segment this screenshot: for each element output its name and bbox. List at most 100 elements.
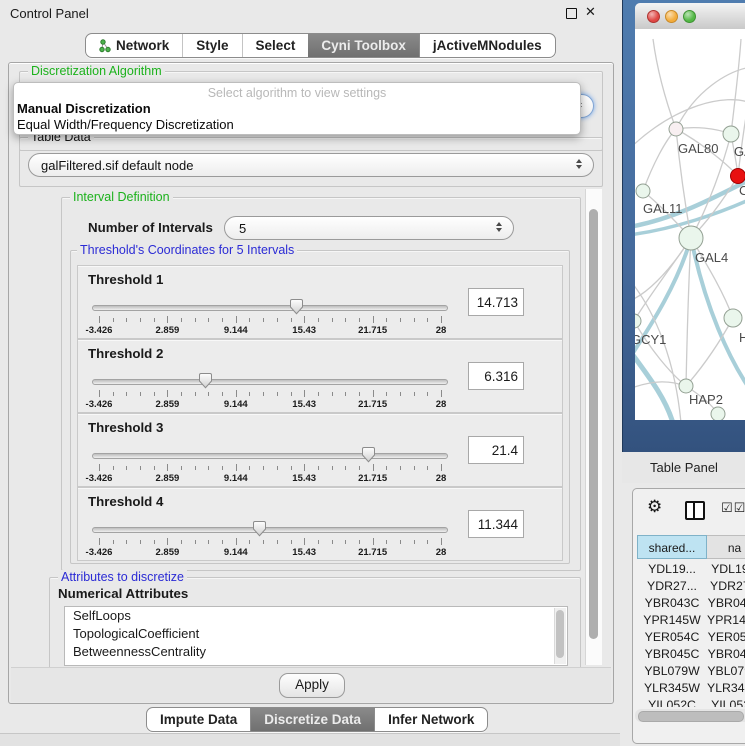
slider-track[interactable] [92,453,448,459]
network-edge[interactable] [635,238,691,321]
threshold-slider[interactable]: -3.4262.8599.14415.4321.71528 [92,444,448,484]
columns-icon[interactable] [685,501,705,520]
attribute-list-item[interactable]: SelfLoops [65,607,567,625]
apply-button[interactable]: Apply [279,673,345,698]
threshold-slider[interactable]: -3.4262.8599.14415.4321.71528 [92,370,448,410]
scrollbar-thumb[interactable] [589,209,598,639]
list-scrollbar[interactable] [554,608,566,664]
tab-infer-network[interactable]: Infer Network [374,708,487,731]
node-h[interactable] [724,309,742,327]
close-traffic-light[interactable] [647,10,660,23]
zoom-traffic-light[interactable] [683,10,696,23]
cell-name[interactable]: YBR045C [707,646,745,663]
tab-network[interactable]: Network [86,34,182,57]
gear-icon[interactable]: ⚙ [647,497,662,517]
network-canvas[interactable]: GAL80GACGAL11GAL4GCY1HHAP2 [635,29,745,420]
cell-shared-name[interactable]: YDL19... [637,561,707,578]
cell-shared-name[interactable]: YBL079W [637,663,707,680]
close-icon[interactable]: ✕ [585,4,596,20]
numerical-attributes-list[interactable]: SelfLoopsTopologicalCoefficientBetweenne… [64,606,568,666]
checkboxes-icon[interactable]: ☑☑ [721,500,745,516]
tab-discretize-data[interactable]: Discretize Data [250,708,374,731]
GAL4-node[interactable] [679,226,703,250]
table-row[interactable]: YER054CYER054C [637,629,745,646]
network-edge[interactable] [653,39,676,129]
dropdown-option-manual-discretization[interactable]: Manual Discretization [14,101,580,117]
GAL80-node[interactable] [669,122,683,136]
dropdown-prompt[interactable]: Select algorithm to view settings [14,83,580,101]
cell-name[interactable]: YDL19... [707,561,745,578]
tick-mark [345,540,346,544]
table-row[interactable]: YDL19...YDL19... [637,561,745,578]
threshold-value-field[interactable]: 11.344 [468,510,524,538]
column-header-name[interactable]: na [707,535,745,559]
cell-name[interactable]: YBR043C [707,595,745,612]
GCY1-node[interactable] [635,314,641,328]
cell-name[interactable]: YBL079W [707,663,745,680]
cell-name[interactable]: YLR345W [707,680,745,697]
network-edge[interactable] [731,39,741,134]
cell-name[interactable]: YER054C [707,629,745,646]
HAP2-node[interactable] [679,379,693,393]
cell-shared-name[interactable]: YER054C [637,629,707,646]
table-row[interactable]: YPR145WYPR145W [637,612,745,629]
network-edge-thick[interactable] [635,347,673,420]
cell-name[interactable]: YIL052C [707,697,745,707]
network-edge[interactable] [635,321,686,386]
cell-shared-name[interactable]: YPR145W [637,612,707,629]
network-edge[interactable] [635,382,686,389]
slider-track[interactable] [92,379,448,385]
network-edge[interactable] [635,238,691,301]
table-row[interactable]: YBL079WYBL079W [637,663,745,680]
slider-handle[interactable] [289,298,304,315]
network-edge[interactable] [686,238,691,386]
cell-shared-name[interactable]: YLR345W [637,680,707,697]
threshold-value-field[interactable]: 21.4 [468,436,524,464]
table-row[interactable]: YBR045CYBR045C [637,646,745,663]
number-of-intervals-combobox[interactable]: 5 [224,216,514,240]
column-header-shared-name[interactable]: shared... [637,535,707,559]
node-b[interactable] [723,126,739,142]
network-edge[interactable] [686,318,733,386]
slider-track[interactable] [92,527,448,533]
threshold-slider[interactable]: -3.4262.8599.14415.4321.71528 [92,518,448,558]
tab-cyni-toolbox[interactable]: Cyni Toolbox [308,34,419,57]
dropdown-option-equal-width[interactable]: Equal Width/Frequency Discretization [14,117,580,133]
cell-shared-name[interactable]: YBR043C [637,595,707,612]
hscrollbar-thumb[interactable] [638,711,744,722]
slider-handle[interactable] [252,520,267,537]
node-i[interactable] [711,407,725,420]
cell-shared-name[interactable]: YIL052C [637,697,707,707]
threshold-value-field[interactable]: 14.713 [468,288,524,316]
threshold-value-field[interactable]: 6.316 [468,362,524,390]
table-row[interactable]: YDR27...YDR27... [637,578,745,595]
table-row[interactable]: YIL052CYIL052C [637,697,745,707]
table-hscrollbar[interactable] [635,709,745,722]
network-edge[interactable] [635,279,681,420]
GAL11-node[interactable] [636,184,650,198]
network-edge[interactable] [643,129,676,191]
cell-shared-name[interactable]: YBR045C [637,646,707,663]
slider-handle[interactable] [198,372,213,389]
cell-name[interactable]: YPR145W [707,612,745,629]
attribute-list-item[interactable]: BetweennessCentrality [65,643,567,661]
tick-mark [373,390,374,397]
cell-shared-name[interactable]: YDR27... [637,578,707,595]
table-row[interactable]: YBR043CYBR043C [637,595,745,612]
tab-style[interactable]: Style [182,34,241,57]
minimize-traffic-light[interactable] [665,10,678,23]
float-window-icon[interactable] [566,8,577,19]
network-window-titlebar[interactable] [635,3,745,30]
cell-name[interactable]: YDR27... [707,578,745,595]
settings-scrollbar[interactable] [585,189,602,665]
slider-track[interactable] [92,305,448,311]
threshold-slider[interactable]: -3.4262.8599.14415.4321.71528 [92,296,448,336]
tab-impute-data[interactable]: Impute Data [147,708,250,731]
attribute-list-item[interactable]: TopologicalCoefficient [65,625,567,643]
red-node[interactable] [731,169,745,184]
tab-select[interactable]: Select [242,34,309,57]
tab-jactivemnodules[interactable]: jActiveMNodules [419,34,555,57]
table-data-combobox[interactable]: galFiltered.sif default node [28,153,594,177]
table-row[interactable]: YLR345WYLR345W [637,680,745,697]
slider-handle[interactable] [361,446,376,463]
